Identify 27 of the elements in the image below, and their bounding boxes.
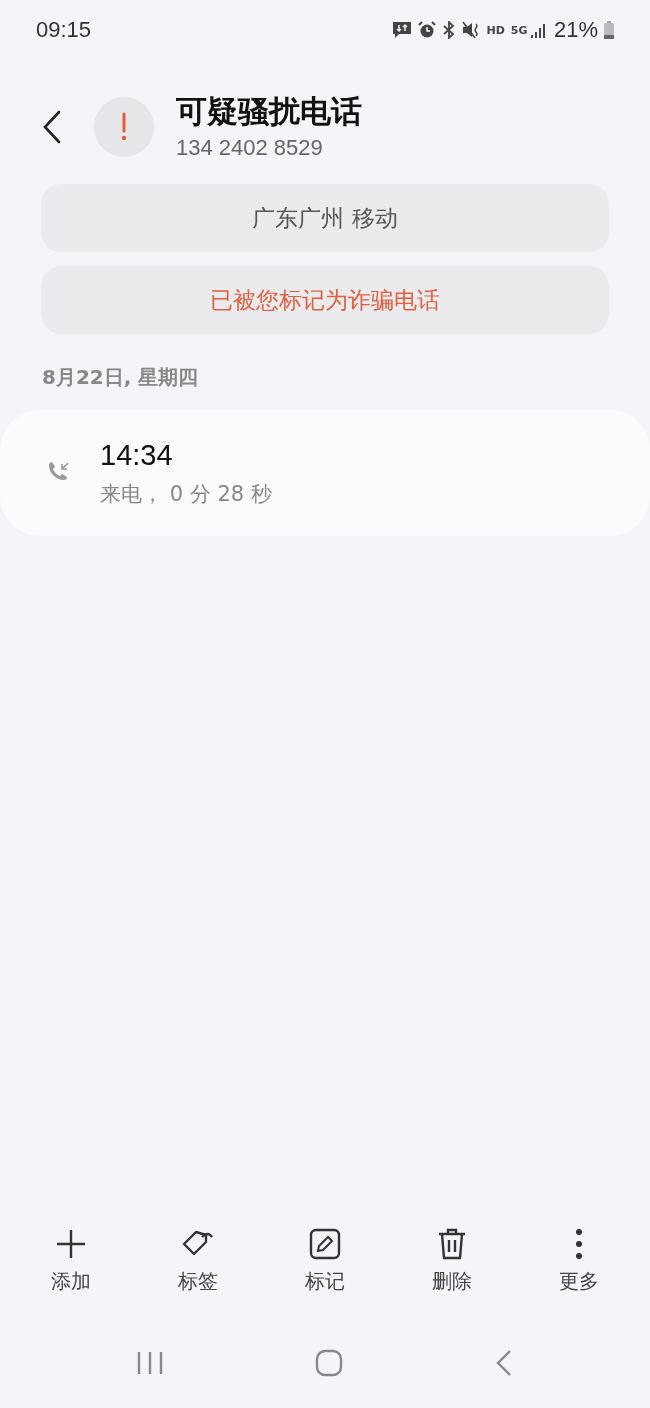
phone-number: 134 2402 8529 [176, 134, 324, 161]
plus-icon [55, 1228, 87, 1260]
call-detail: 来电， 0 分 28 秒 [100, 480, 272, 508]
alarm-icon [418, 21, 437, 39]
bluetooth-icon [442, 21, 457, 39]
delete-action[interactable]: 删除 [389, 1228, 515, 1328]
back-icon[interactable] [42, 110, 62, 144]
hd-indicator: HD [486, 23, 505, 37]
trash-icon [437, 1228, 467, 1260]
contact-title: 可疑骚扰电话 [176, 93, 362, 131]
location-button[interactable]: 广东广州 移动 [41, 184, 609, 252]
add-action[interactable]: 添加 [8, 1228, 134, 1328]
message-icon [392, 21, 413, 39]
battery-icon [604, 21, 614, 39]
tag-action[interactable]: 标签 [135, 1228, 261, 1328]
date-heading: 8月22日, 星期四 [41, 364, 200, 391]
battery-percent: 21% [553, 17, 598, 43]
status-time: 09:15 [36, 17, 92, 43]
edit-icon [309, 1228, 341, 1260]
more-action[interactable]: 更多 [516, 1228, 642, 1328]
mute-icon [462, 21, 481, 39]
home-icon[interactable] [315, 1349, 343, 1377]
edit-action[interactable]: 标记 [262, 1228, 388, 1328]
more-icon [575, 1228, 583, 1260]
signal-icon [529, 22, 548, 38]
call-time: 14:34 [100, 438, 174, 472]
recent-apps-icon[interactable] [135, 1351, 164, 1375]
